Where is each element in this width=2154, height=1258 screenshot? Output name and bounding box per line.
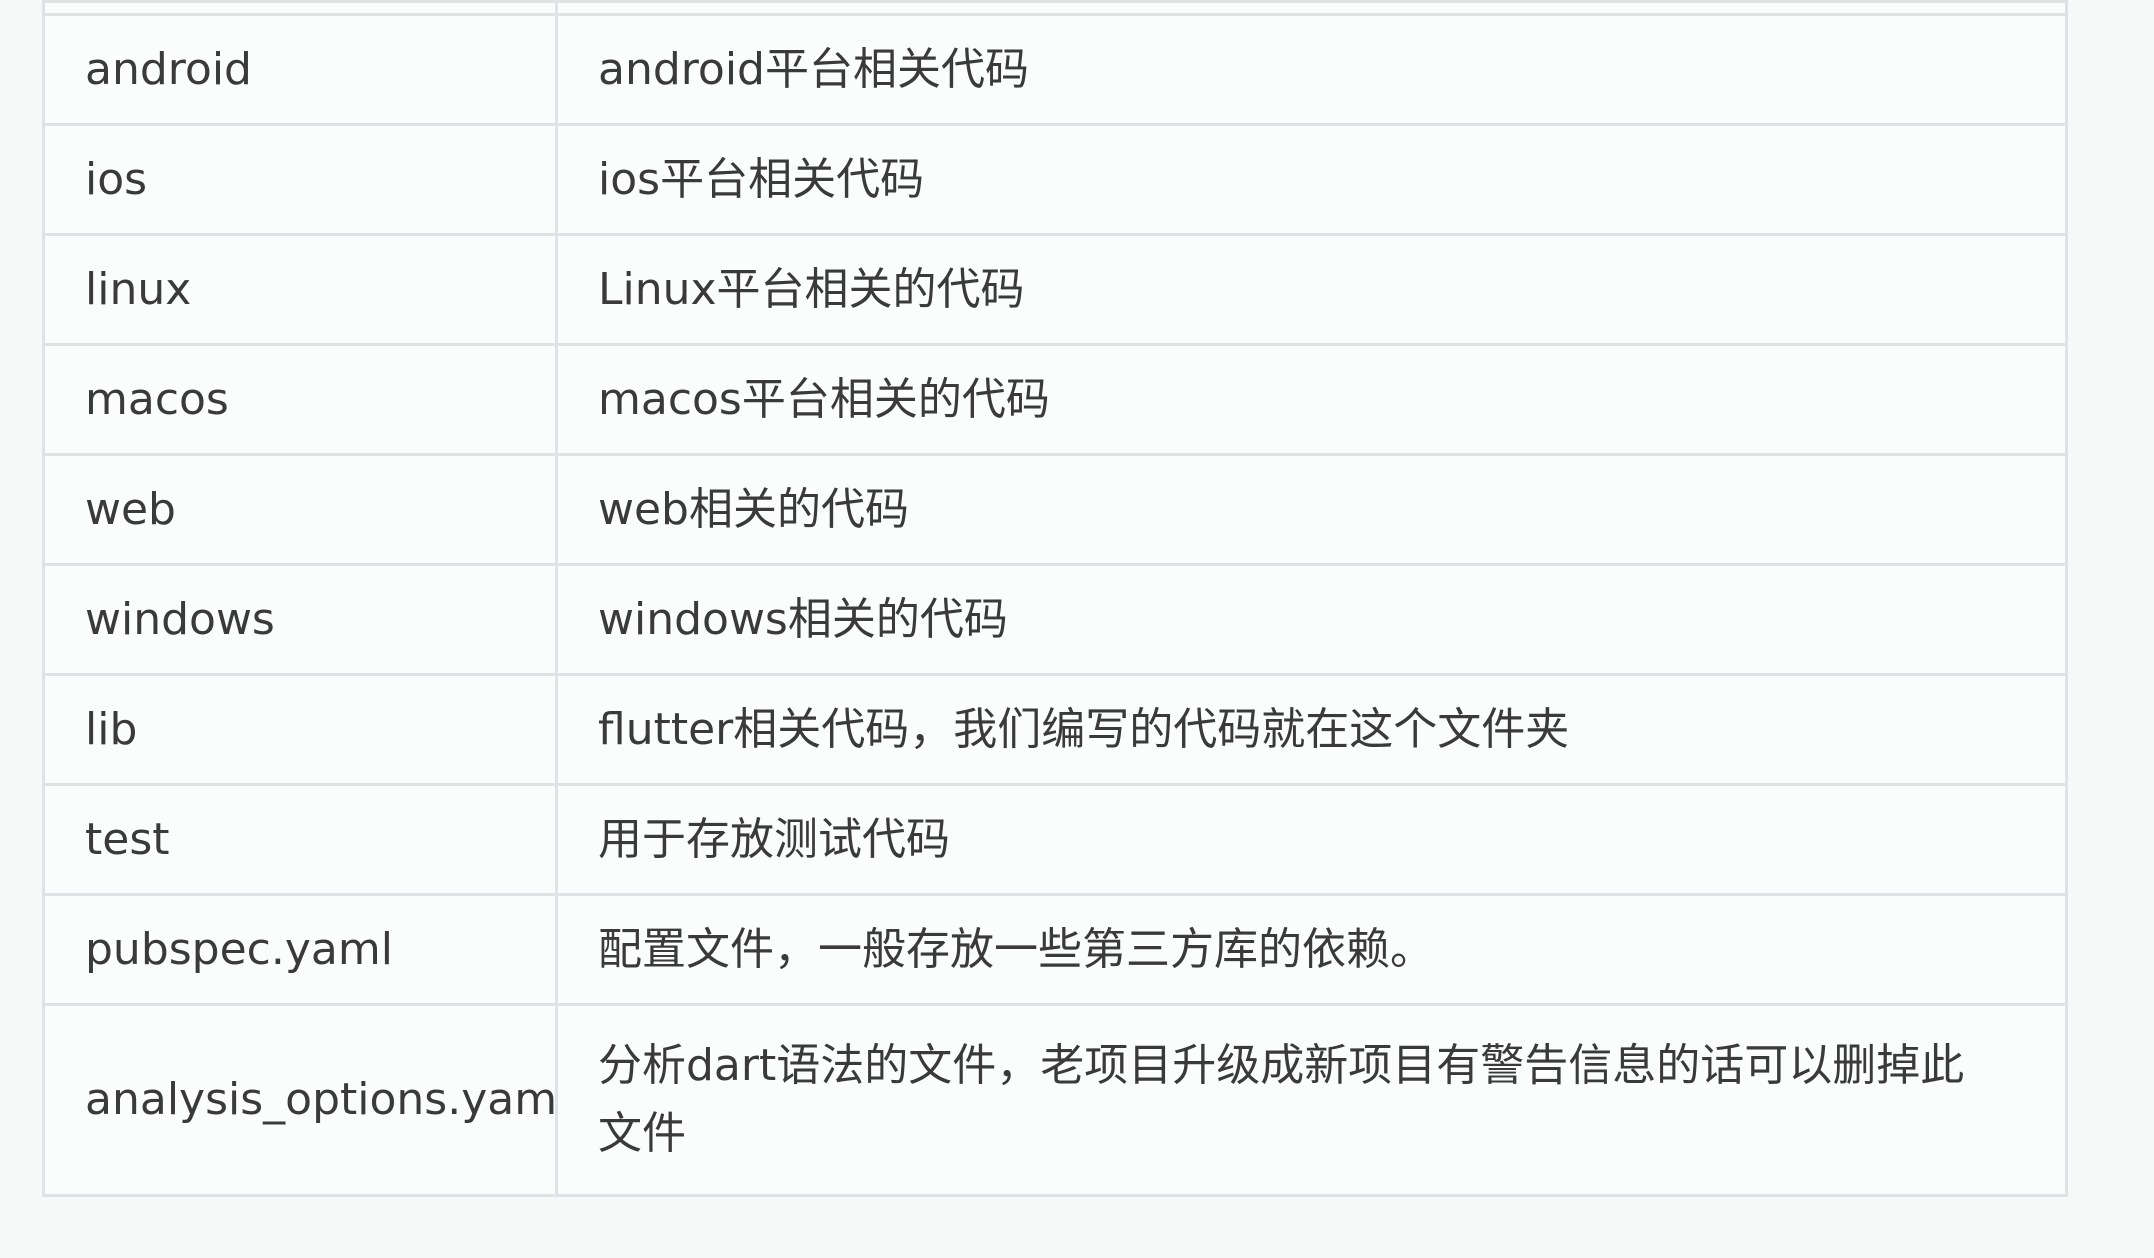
table-row: windows windows相关的代码 [42,563,2068,676]
directory-description-cell: Linux平台相关的代码 [555,233,2068,346]
table-row: linux Linux平台相关的代码 [42,233,2068,346]
table-cell [42,0,558,16]
table-row: analysis_options.yaml 分析dart语法的文件，老项目升级成… [42,1003,2068,1197]
table-row-partial [42,0,2068,16]
table-cell [555,0,2068,16]
directory-name-cell: analysis_options.yaml [42,1003,558,1197]
directory-name-cell: android [42,13,558,126]
directory-description-cell: 分析dart语法的文件，老项目升级成新项目有警告信息的话可以删掉此文件 [555,1003,2068,1197]
directory-description-cell: macos平台相关的代码 [555,343,2068,456]
directory-description-cell: flutter相关代码，我们编写的代码就在这个文件夹 [555,673,2068,786]
directory-name-cell: pubspec.yaml [42,893,558,1006]
directory-description-cell: 用于存放测试代码 [555,783,2068,896]
table-row: web web相关的代码 [42,453,2068,566]
table-row: lib flutter相关代码，我们编写的代码就在这个文件夹 [42,673,2068,786]
table-row: macos macos平台相关的代码 [42,343,2068,456]
directory-name-cell: web [42,453,558,566]
table-row: test 用于存放测试代码 [42,783,2068,896]
directory-description-cell: web相关的代码 [555,453,2068,566]
directory-description-cell: ios平台相关代码 [555,123,2068,236]
directory-name-cell: ios [42,123,558,236]
directory-table: android android平台相关代码 ios ios平台相关代码 linu… [42,0,2068,1197]
directory-name-cell: linux [42,233,558,346]
table-row: pubspec.yaml 配置文件，一般存放一些第三方库的依赖。 [42,893,2068,1006]
directory-name-cell: macos [42,343,558,456]
directory-table-container: android android平台相关代码 ios ios平台相关代码 linu… [42,0,2068,1197]
directory-description-cell: android平台相关代码 [555,13,2068,126]
directory-description-cell: 配置文件，一般存放一些第三方库的依赖。 [555,893,2068,1006]
directory-name-cell: lib [42,673,558,786]
directory-name-cell: test [42,783,558,896]
directory-name-cell: windows [42,563,558,676]
directory-description-cell: windows相关的代码 [555,563,2068,676]
table-row: android android平台相关代码 [42,13,2068,126]
table-row: ios ios平台相关代码 [42,123,2068,236]
